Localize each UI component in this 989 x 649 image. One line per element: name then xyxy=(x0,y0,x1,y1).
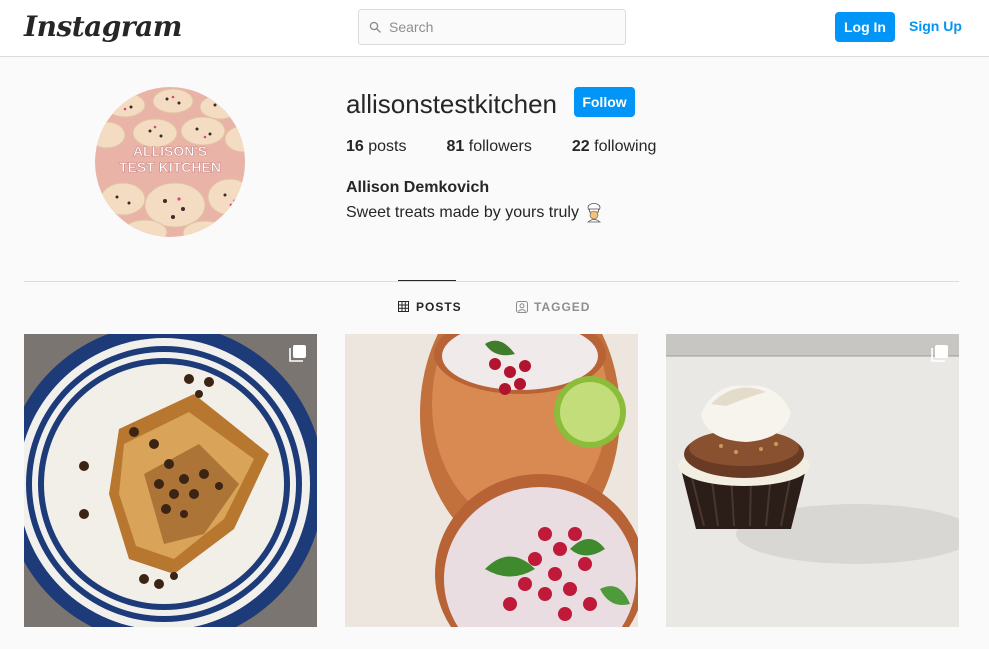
profile-username: allisonstestkitchen xyxy=(346,89,557,119)
tagged-icon xyxy=(516,301,528,313)
cook-emoji-icon xyxy=(585,203,603,223)
multiple-photos-icon xyxy=(931,344,949,362)
posts-count-label: posts xyxy=(368,138,407,155)
profile-full-name: Allison Demkovich xyxy=(346,179,490,196)
grid-icon xyxy=(398,301,410,313)
sign-up-link[interactable]: Sign Up xyxy=(909,18,962,34)
following-count-value: 22 xyxy=(571,138,590,155)
tab-tagged-label: TAGGED xyxy=(534,300,591,314)
search-icon xyxy=(369,20,383,34)
tab-posts[interactable]: POSTS xyxy=(398,300,462,314)
log-in-button[interactable]: Log In xyxy=(835,12,895,42)
profile-bio: Sweet treats made by yours truly xyxy=(346,203,603,223)
active-tab-indicator xyxy=(398,280,456,281)
followers-count-label: followers xyxy=(468,138,532,155)
follow-button[interactable]: Follow xyxy=(574,87,635,117)
following-count-label: following xyxy=(594,138,657,155)
post-moscow-mule[interactable] xyxy=(345,334,638,627)
profile-avatar[interactable]: ALLISON'S TEST KITCHEN xyxy=(95,87,245,237)
instagram-logo[interactable]: Instagram xyxy=(24,10,182,43)
profile-divider xyxy=(24,281,959,282)
top-navigation-bar: Instagram Log In Sign Up xyxy=(0,0,989,57)
post-smores-cupcake[interactable] xyxy=(666,334,959,627)
multiple-photos-icon xyxy=(289,344,307,362)
posts-count: 16 posts xyxy=(346,138,407,156)
posts-count-value: 16 xyxy=(346,138,364,155)
following-count[interactable]: 22 following xyxy=(572,138,657,156)
followers-count-value: 81 xyxy=(446,138,465,155)
post-french-toast[interactable] xyxy=(24,334,317,627)
followers-count[interactable]: 81 followers xyxy=(447,138,532,156)
profile-stats: 16 posts 81 followers 22 following xyxy=(346,138,696,156)
search-box[interactable] xyxy=(358,9,626,45)
profile-bio-text: Sweet treats made by yours truly xyxy=(346,204,579,221)
search-input[interactable] xyxy=(389,19,609,35)
tab-tagged[interactable]: TAGGED xyxy=(516,300,590,314)
avatar-text-line1: ALLISON'S xyxy=(133,143,207,159)
tab-posts-label: POSTS xyxy=(416,300,462,314)
avatar-text-line2: TEST KITCHEN xyxy=(119,159,221,175)
